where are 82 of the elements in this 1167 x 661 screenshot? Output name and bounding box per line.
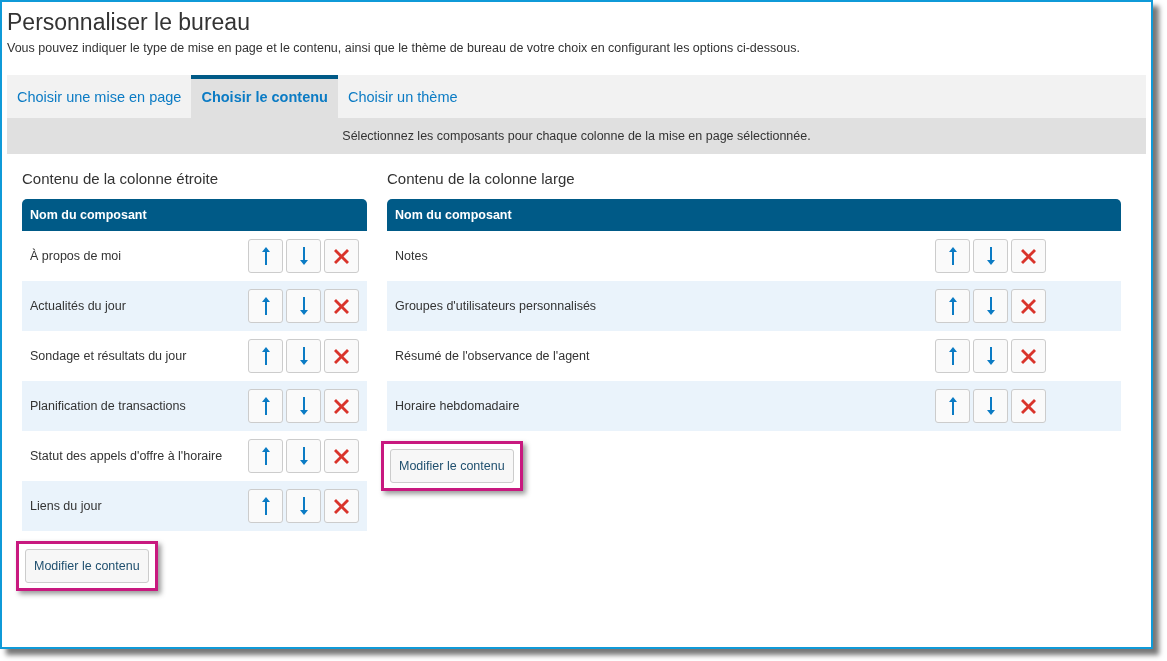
close-icon [1020, 247, 1037, 265]
component-name: Sondage et résultats du jour [30, 347, 188, 365]
up-arrow-icon [260, 496, 271, 517]
close-icon [333, 397, 350, 415]
move-up-button[interactable] [935, 339, 970, 374]
modify-content-button[interactable]: Modifier le contenu [25, 549, 149, 584]
close-icon [1020, 347, 1037, 365]
move-down-button[interactable] [286, 439, 321, 474]
move-down-button[interactable] [286, 339, 321, 374]
move-up-button[interactable] [248, 289, 283, 324]
remove-button[interactable] [1011, 339, 1046, 374]
tab[interactable]: Choisir une mise en page [7, 74, 192, 118]
component-name: Statut des appels d'offre à l'horaire [30, 447, 224, 465]
up-arrow-icon [260, 396, 271, 417]
down-arrow-icon [298, 246, 309, 267]
close-icon [333, 247, 350, 265]
move-down-button[interactable] [973, 339, 1008, 374]
page-description: Vous pouvez indiquer le type de mise en page et le contenu, ainsi que le thème de bureau de votre choix en configurant les options ci-dessous. [7, 40, 801, 57]
close-icon [333, 297, 350, 315]
move-up-button[interactable] [248, 489, 283, 524]
close-icon [333, 497, 350, 515]
up-arrow-icon [947, 396, 958, 417]
component-name: Résumé de l'observance de l'agent [395, 347, 591, 365]
up-arrow-icon [260, 346, 271, 367]
tab[interactable]: Choisir le contenu [191, 74, 338, 118]
down-arrow-icon [298, 446, 309, 467]
down-arrow-icon [985, 246, 996, 267]
up-arrow-icon [947, 346, 958, 367]
component-name: À propos de moi [30, 247, 123, 265]
move-down-button[interactable] [973, 389, 1008, 424]
down-arrow-icon [298, 396, 309, 417]
remove-button[interactable] [1011, 289, 1046, 324]
remove-button[interactable] [324, 239, 359, 274]
instruction-bar: Sélectionnez les composants pour chaque colonne de la mise en page sélectionnée. [7, 117, 1146, 154]
remove-button[interactable] [324, 439, 359, 474]
tab[interactable]: Choisir un thème [337, 74, 468, 118]
move-up-button[interactable] [248, 389, 283, 424]
move-down-button[interactable] [286, 489, 321, 524]
move-up-button[interactable] [935, 389, 970, 424]
down-arrow-icon [985, 346, 996, 367]
move-up-button[interactable] [248, 339, 283, 374]
modify-content-button[interactable]: Modifier le contenu [390, 449, 514, 484]
move-down-button[interactable] [286, 389, 321, 424]
move-up-button[interactable] [248, 239, 283, 274]
down-arrow-icon [298, 346, 309, 367]
table-header: Nom du composant [387, 199, 1121, 232]
move-down-button[interactable] [286, 289, 321, 324]
down-arrow-icon [298, 296, 309, 317]
move-up-button[interactable] [248, 439, 283, 474]
component-name: Horaire hebdomadaire [395, 397, 521, 415]
remove-button[interactable] [324, 389, 359, 424]
up-arrow-icon [947, 246, 958, 267]
component-name: Planification de transactions [30, 397, 187, 415]
move-down-button[interactable] [973, 239, 1008, 274]
remove-button[interactable] [1011, 389, 1046, 424]
down-arrow-icon [298, 496, 309, 517]
remove-button[interactable] [324, 339, 359, 374]
remove-button[interactable] [324, 489, 359, 524]
move-up-button[interactable] [935, 289, 970, 324]
up-arrow-icon [260, 246, 271, 267]
column-heading: Contenu de la colonne large [387, 168, 576, 189]
page-title: Personnaliser le bureau [7, 8, 251, 36]
move-down-button[interactable] [973, 289, 1008, 324]
close-icon [333, 347, 350, 365]
component-name: Notes [395, 247, 429, 265]
remove-button[interactable] [324, 289, 359, 324]
up-arrow-icon [260, 296, 271, 317]
component-name: Actualités du jour [30, 297, 127, 315]
table-header: Nom du composant [22, 199, 367, 232]
column-heading: Contenu de la colonne étroite [22, 168, 219, 189]
up-arrow-icon [947, 296, 958, 317]
down-arrow-icon [985, 296, 996, 317]
close-icon [1020, 297, 1037, 315]
remove-button[interactable] [1011, 239, 1046, 274]
move-down-button[interactable] [286, 239, 321, 274]
up-arrow-icon [260, 446, 271, 467]
component-name: Groupes d'utilisateurs personnalisés [395, 297, 598, 315]
component-name: Liens du jour [30, 497, 103, 515]
move-up-button[interactable] [935, 239, 970, 274]
close-icon [333, 447, 350, 465]
close-icon [1020, 397, 1037, 415]
down-arrow-icon [985, 396, 996, 417]
